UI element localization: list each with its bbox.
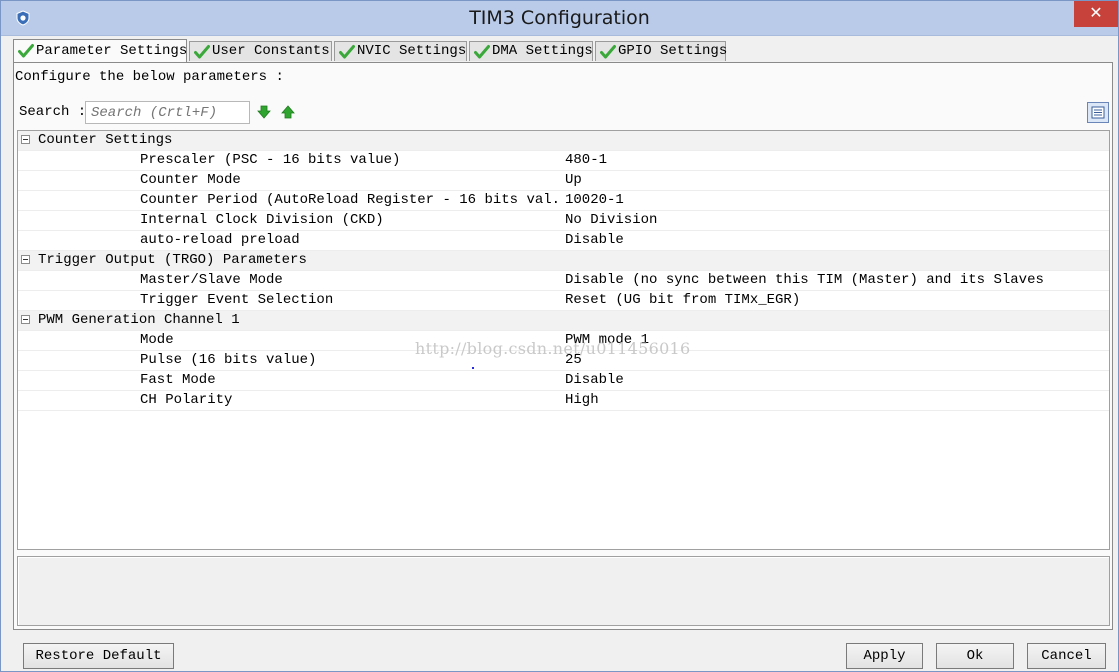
search-input[interactable] [85, 101, 250, 124]
cancel-button[interactable]: Cancel [1027, 643, 1106, 669]
parameter-row[interactable]: Master/Slave Mode Disable (no sync betwee… [18, 271, 1109, 291]
parameter-row[interactable]: Pulse (16 bits value) 25 [18, 351, 1109, 371]
parameter-value[interactable]: No Division [565, 211, 657, 230]
parameter-name: auto-reload preload [140, 232, 300, 248]
stray-dot [472, 367, 474, 369]
group-row[interactable]: Trigger Output (TRGO) Parameters [18, 251, 1109, 271]
parameter-name: Internal Clock Division (CKD) [140, 212, 384, 228]
parameter-name: CH Polarity [140, 392, 233, 408]
parameter-value[interactable]: Reset (UG bit from TIMx_EGR) [565, 291, 800, 310]
parameter-name: Prescaler (PSC - 16 bits value) [140, 152, 401, 168]
parameter-name: Mode [140, 332, 174, 348]
check-icon [600, 44, 616, 60]
parameter-value[interactable]: PWM mode 1 [565, 331, 649, 350]
parameter-row[interactable]: CH Polarity High [18, 391, 1109, 411]
parameter-row[interactable]: Mode PWM mode 1 [18, 331, 1109, 351]
parameter-row[interactable]: Trigger Event Selection Reset (UG bit fro… [18, 291, 1109, 311]
bottom-divider [13, 629, 1113, 630]
parameter-value[interactable]: 480-1 [565, 151, 607, 170]
parameter-name: Counter Mode [140, 172, 241, 188]
collapse-icon[interactable] [21, 255, 30, 264]
parameter-grid: Counter Settings Prescaler (PSC - 16 bits… [17, 130, 1110, 550]
tab-label: DMA Settings [492, 43, 593, 59]
tab-label: Parameter Settings [36, 43, 188, 59]
parameter-row[interactable]: Counter Period (AutoReload Register - 16… [18, 191, 1109, 211]
arrow-up-icon[interactable] [281, 105, 295, 119]
window-title: TIM3 Configuration [469, 7, 650, 29]
collapse-icon[interactable] [21, 315, 30, 324]
parameter-value[interactable]: 25 [565, 351, 582, 370]
title-bar: TIM3 Configuration ✕ [1, 1, 1118, 36]
restore-default-button[interactable]: Restore Default [23, 643, 174, 669]
parameter-value[interactable]: High [565, 391, 599, 410]
tab-label: GPIO Settings [618, 43, 728, 59]
group-row[interactable]: Counter Settings [18, 131, 1109, 151]
description-panel [17, 556, 1110, 626]
parameter-row[interactable]: Counter Mode Up [18, 171, 1109, 191]
parameter-name: Trigger Event Selection [140, 292, 334, 308]
collapse-icon[interactable] [21, 135, 30, 144]
group-label: PWM Generation Channel 1 [38, 312, 240, 328]
search-label: Search : [19, 104, 87, 120]
tab-nvic-settings[interactable]: NVIC Settings [334, 41, 467, 61]
parameter-name: Fast Mode [140, 372, 216, 388]
tab-user-constants[interactable]: User Constants [189, 41, 332, 61]
apply-button[interactable]: Apply [846, 643, 923, 669]
group-label: Counter Settings [38, 132, 173, 148]
parameter-value[interactable]: Up [565, 171, 582, 190]
tab-label: NVIC Settings [357, 43, 467, 59]
tab-dma-settings[interactable]: DMA Settings [469, 41, 593, 61]
parameter-row[interactable]: Fast Mode Disable [18, 371, 1109, 391]
parameter-name: Pulse (16 bits value) [140, 352, 317, 368]
tab-parameter-settings[interactable]: Parameter Settings [13, 39, 187, 63]
parameter-row[interactable]: auto-reload preload Disable [18, 231, 1109, 251]
check-icon [339, 44, 355, 60]
check-icon [194, 44, 210, 60]
parameter-value[interactable]: 10020-1 [565, 191, 624, 210]
parameter-value[interactable]: Disable (no sync between this TIM (Maste… [565, 271, 1044, 290]
list-view-icon [1091, 106, 1105, 119]
parameter-name: Counter Period (AutoReload Register - 16… [140, 192, 560, 208]
close-button[interactable]: ✕ [1074, 1, 1118, 27]
list-view-button[interactable] [1087, 102, 1109, 123]
parameter-row[interactable]: Internal Clock Division (CKD) No Division [18, 211, 1109, 231]
tab-gpio-settings[interactable]: GPIO Settings [595, 41, 728, 61]
configure-label: Configure the below parameters : [15, 69, 284, 85]
parameter-value[interactable]: Disable [565, 231, 624, 250]
check-icon [474, 44, 490, 60]
parameter-value[interactable]: Disable [565, 371, 624, 390]
check-icon [18, 43, 34, 59]
arrow-down-icon[interactable] [257, 105, 271, 119]
tab-label: User Constants [212, 43, 330, 59]
dialog-window: TIM3 Configuration ✕ Parameter Settings U… [0, 0, 1119, 672]
group-row[interactable]: PWM Generation Channel 1 [18, 311, 1109, 331]
group-label: Trigger Output (TRGO) Parameters [38, 252, 307, 268]
parameter-name: Master/Slave Mode [140, 272, 283, 288]
parameter-row[interactable]: Prescaler (PSC - 16 bits value) 480-1 [18, 151, 1109, 171]
ok-button[interactable]: Ok [936, 643, 1014, 669]
